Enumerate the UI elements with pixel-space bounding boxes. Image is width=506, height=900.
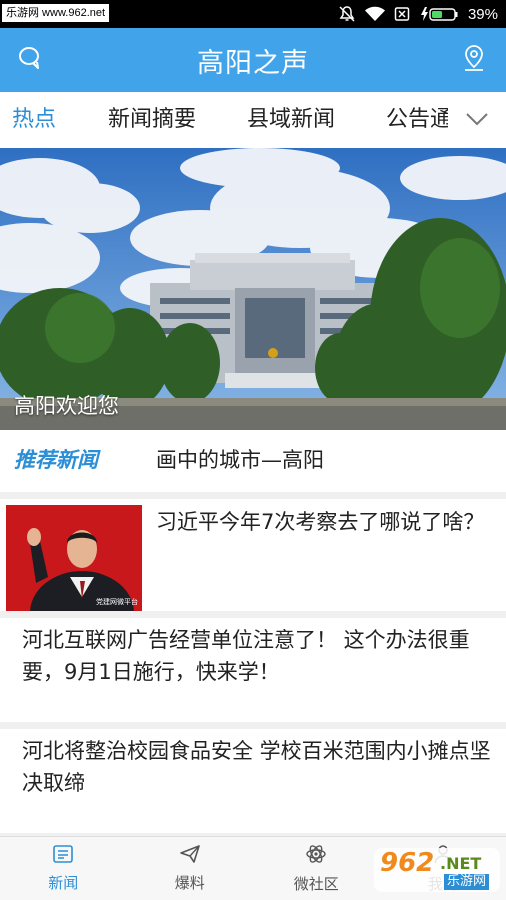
tab-news-digest[interactable]: 新闻摘要	[108, 92, 196, 148]
badge-number: 962	[380, 848, 435, 878]
status-bar: 乐游网 www.962.net 39%	[0, 0, 506, 28]
chat-bubble-icon	[17, 45, 43, 75]
tab-hot[interactable]: 热点	[12, 92, 56, 148]
location-button[interactable]	[456, 42, 492, 78]
tab-announcements[interactable]: 公告通	[386, 92, 452, 148]
app-title: 高阳之声	[197, 47, 309, 79]
badge-suffix: .NET	[440, 854, 482, 873]
nav-community[interactable]: 微社区	[253, 837, 380, 900]
news-title: 河北互联网广告经营单位注意了！ 这个办法很重要，9月1日施行，快来学！	[22, 628, 470, 684]
status-icons: 39%	[338, 0, 498, 28]
site-badge: 962 .NET 乐游网	[374, 844, 500, 896]
nav-label: 爆料	[174, 874, 205, 892]
location-pin-icon	[462, 44, 486, 76]
recommended-tag: 推荐新闻	[14, 448, 98, 472]
news-item[interactable]: 河北互联网广告经营单位注意了！ 这个办法很重要，9月1日施行，快来学！	[0, 618, 506, 722]
news-item[interactable]: 河北将整治校园食品安全 学校百米范围内小摊点坚决取缔	[0, 729, 506, 833]
banner-image	[0, 148, 506, 430]
sim-off-icon	[394, 6, 410, 22]
newspaper-icon	[52, 844, 74, 868]
recommended-row[interactable]: 推荐新闻 画中的城市—高阳	[0, 430, 506, 492]
news-title: 河北将整治校园食品安全 学校百米范围内小摊点坚决取缔	[22, 739, 491, 795]
tabs-more-button[interactable]	[448, 92, 506, 148]
app-header: 高阳之声	[0, 28, 506, 92]
site-watermark: 乐游网 www.962.net	[2, 4, 110, 22]
chevron-down-icon	[465, 111, 489, 130]
banner-caption: 高阳欢迎您	[14, 394, 119, 418]
thumbnail-watermark: 党建网微平台	[96, 598, 138, 606]
recommended-title[interactable]: 画中的城市—高阳	[156, 444, 324, 474]
category-tab-bar: 热点 新闻摘要 县域新闻 公告通	[0, 92, 506, 148]
news-item[interactable]: 党建网微平台 习近平今年7次考察去了哪说了啥？	[0, 499, 506, 611]
news-thumbnail: 党建网微平台	[6, 505, 142, 611]
mute-icon	[338, 5, 356, 23]
tab-county-news[interactable]: 县域新闻	[247, 92, 335, 148]
badge-text: 乐游网	[444, 874, 490, 890]
atom-icon	[305, 843, 327, 869]
news-list: 党建网微平台 习近平今年7次考察去了哪说了啥？ 河北互联网广告经营单位注意了！ …	[0, 492, 506, 833]
chat-button[interactable]	[12, 42, 48, 78]
nav-label: 微社区	[293, 875, 339, 893]
nav-news[interactable]: 新闻	[0, 837, 127, 900]
paper-plane-icon	[179, 844, 201, 868]
battery-percent: 39%	[467, 5, 498, 23]
wifi-icon	[364, 6, 385, 22]
nav-report[interactable]: 爆料	[127, 837, 254, 900]
battery-icon	[419, 6, 459, 22]
banner-carousel[interactable]: 高阳欢迎您	[0, 148, 506, 430]
nav-label: 新闻	[48, 874, 79, 892]
news-title: 习近平今年7次考察去了哪说了啥？	[156, 510, 485, 534]
